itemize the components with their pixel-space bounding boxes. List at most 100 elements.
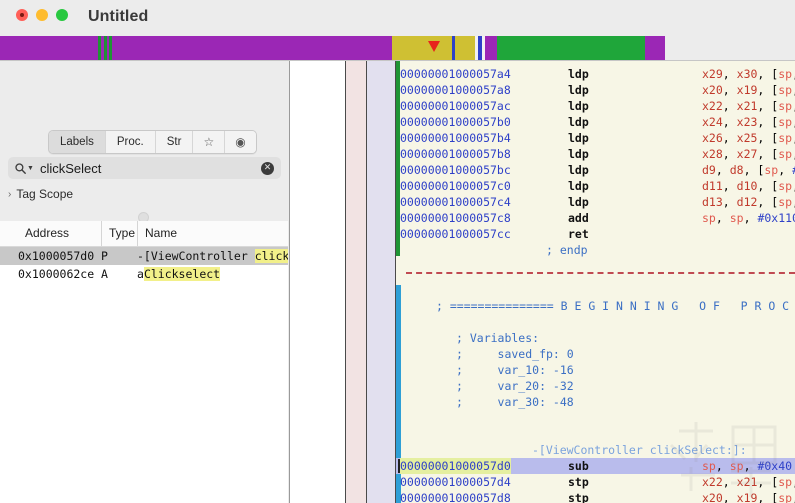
navigator-color-bar[interactable]	[0, 36, 795, 61]
disasm-operands: sp, sp, #0x110	[702, 211, 795, 225]
disasm-mnemonic: ldp	[568, 163, 589, 177]
column-header-name[interactable]: Name	[137, 221, 288, 246]
tab-proc[interactable]: Proc.	[105, 131, 156, 153]
disasm-mnemonic: ldp	[568, 83, 589, 97]
disasm-address: 00000001000057b4	[400, 131, 511, 145]
search-field[interactable]: ▼ clickSelect ✕	[8, 157, 281, 179]
side-pane-pink[interactable]	[345, 61, 367, 503]
side-pane-lavender[interactable]	[367, 61, 396, 503]
section-divider	[406, 272, 795, 274]
disasm-comment: ; saved_fp: 0	[456, 347, 574, 361]
disasm-operands: x22, x21, [sp, #0xe0]	[702, 99, 795, 113]
disasm-operands: x26, x25, [sp, #0xc0]	[702, 131, 795, 145]
column-header-type[interactable]: Type	[101, 221, 135, 246]
navigator-segment[interactable]	[645, 36, 665, 61]
disasm-line[interactable]: 00000001000057d4 stp x22, x21, [sp, #0x10]	[396, 474, 795, 490]
disasm-mnemonic: ldp	[568, 179, 589, 193]
disasm-line[interactable]: 00000001000057c4 ldp d13, d12, [sp, #0x80]	[396, 194, 795, 210]
disasm-line[interactable]: 00000001000057ac ldp x22, x21, [sp, #0xe0]	[396, 98, 795, 114]
disasm-address: 00000001000057c8	[400, 211, 511, 225]
procedure-label: -[ViewController clickSelect:]:	[532, 443, 747, 457]
row-name-plain: a	[137, 267, 144, 281]
disasm-address: 00000001000057b0	[400, 115, 511, 129]
disasm-mnemonic: ldp	[568, 115, 589, 129]
close-button[interactable]	[16, 9, 28, 21]
disasm-operands: x22, x21, [sp, #0x10]	[702, 475, 795, 489]
table-body: 0x1000057d0P-[ViewController clickSe0x10…	[0, 247, 288, 283]
disasm-address: 00000001000057a8	[400, 83, 511, 97]
disasm-operands: x20, x19, [sp, #0x20]	[702, 491, 795, 503]
minimize-button[interactable]	[36, 9, 48, 21]
disasm-line[interactable]: 00000001000057a8 ldp x20, x19, [sp, #0xf0]	[396, 82, 795, 98]
disasm-operands: d9, d8, [sp, #0xa0]	[702, 163, 795, 177]
side-pane-white[interactable]	[289, 61, 345, 503]
disasm-operands: x24, x23, [sp, #0xd0]	[702, 115, 795, 129]
row-name: -[ViewController clickSe	[137, 247, 288, 265]
disasm-comment: ; var_30: -48	[456, 395, 574, 409]
column-header-address[interactable]: Address	[18, 221, 108, 246]
disasm-address: 00000001000057d4	[400, 475, 511, 489]
disasm-comment: ; var_10: -16	[456, 363, 574, 377]
sidebar-segmented-control[interactable]: Labels Proc. Str ☆ ◉	[48, 130, 257, 154]
disasm-line[interactable]: 00000001000057d8 stp x20, x19, [sp, #0x20]	[396, 490, 795, 503]
tab-record-icon[interactable]: ◉	[225, 131, 256, 153]
disasm-address: 00000001000057ac	[400, 99, 511, 113]
navigator-segment[interactable]	[665, 36, 795, 61]
navigator-segment[interactable]	[0, 36, 98, 61]
navigator-segment[interactable]	[497, 36, 645, 61]
disasm-mnemonic: add	[568, 211, 589, 225]
disasm-operands: sp, sp, #0x40	[702, 459, 793, 473]
disasm-line[interactable]: 00000001000057b8 ldp x28, x27, [sp, #0xb0]	[396, 146, 795, 162]
disasm-comment: ; endp	[546, 243, 588, 257]
disasm-mnemonic: ldp	[568, 195, 589, 209]
disasm-address: 00000001000057d8	[400, 491, 511, 503]
disasm-line[interactable]: 00000001000057a4 ldp x29, x30, [sp, #0x100…	[396, 66, 795, 82]
table-row[interactable]: 0x1000062ce AaClickselect	[0, 265, 288, 283]
disassembler-window: Untitled Labels Proc. Str ☆ ◉ ▼ clickSelect …	[0, 0, 795, 503]
disasm-address: 00000001000057c4	[400, 195, 511, 209]
disasm-line-selected[interactable]: 00000001000057d0 sub sp, sp, #0x40	[396, 458, 795, 474]
disasm-line[interactable]: 00000001000057bc ldp d9, d8, [sp, #0xa0]	[396, 162, 795, 178]
disasm-mnemonic: ret	[568, 227, 589, 241]
labels-table: Address Type Name 0x1000057d0 P -[ViewContro…	[0, 221, 288, 503]
row-address: 0x1000057d0	[18, 249, 95, 263]
window-title: Untitled	[88, 8, 149, 25]
row-type: P	[101, 249, 108, 263]
row-type: A	[101, 267, 108, 281]
navigator-segment[interactable]	[455, 36, 475, 61]
disasm-operands: x28, x27, [sp, #0xb0]	[702, 147, 795, 161]
current-position-marker	[428, 41, 440, 52]
tab-labels[interactable]: Labels	[49, 131, 106, 153]
search-input[interactable]: clickSelect	[40, 161, 261, 176]
disasm-mnemonic: ldp	[568, 99, 589, 113]
navigator-segment[interactable]	[485, 36, 497, 61]
disasm-address: 00000001000057bc	[400, 163, 511, 177]
tab-favorites-icon[interactable]: ☆	[193, 131, 226, 153]
disassembly-view[interactable]: 00000001000057a4 ldp x29, x30, [sp, #0x100…	[396, 61, 795, 503]
search-icon: ▼	[15, 162, 34, 174]
disasm-mnemonic: stp	[568, 491, 589, 503]
disasm-line[interactable]: 00000001000057cc ret	[396, 226, 795, 242]
row-name-match: Clickselect	[143, 267, 221, 281]
disasm-line[interactable]: 00000001000057c8 add sp, sp, #0x110	[396, 210, 795, 226]
table-row[interactable]: 0x1000057d0 P -[ViewController clickSe	[0, 247, 288, 265]
navigator-segment[interactable]	[112, 36, 392, 61]
zoom-button[interactable]	[56, 9, 68, 21]
disasm-mnemonic: ldp	[568, 67, 589, 81]
chevron-down-icon[interactable]: ▼	[27, 165, 34, 172]
disasm-operands: x29, x30, [sp, #0x100]	[702, 67, 795, 81]
disasm-line[interactable]: 00000001000057b0 ldp x24, x23, [sp, #0xd0]	[396, 114, 795, 130]
chevron-right-icon: ›	[8, 188, 12, 200]
row-name-plain: -[ViewController	[137, 249, 255, 263]
disasm-line[interactable]: 00000001000057c0 ldp d11, d10, [sp, #0x90]	[396, 178, 795, 194]
row-address: 0x1000062ce	[18, 267, 95, 281]
disasm-line[interactable]: 00000001000057b4 ldp x26, x25, [sp, #0xc0]	[396, 130, 795, 146]
clear-search-icon[interactable]: ✕	[261, 161, 274, 175]
tab-str[interactable]: Str	[155, 131, 194, 153]
disasm-operands: d13, d12, [sp, #0x80]	[702, 195, 795, 209]
text-caret	[398, 459, 400, 473]
navigator-segment[interactable]	[392, 36, 452, 61]
row-name-match: clickSe	[254, 249, 288, 263]
tag-scope-disclosure[interactable]: › Tag Scope	[8, 185, 73, 203]
title-bar: Untitled	[0, 0, 795, 36]
